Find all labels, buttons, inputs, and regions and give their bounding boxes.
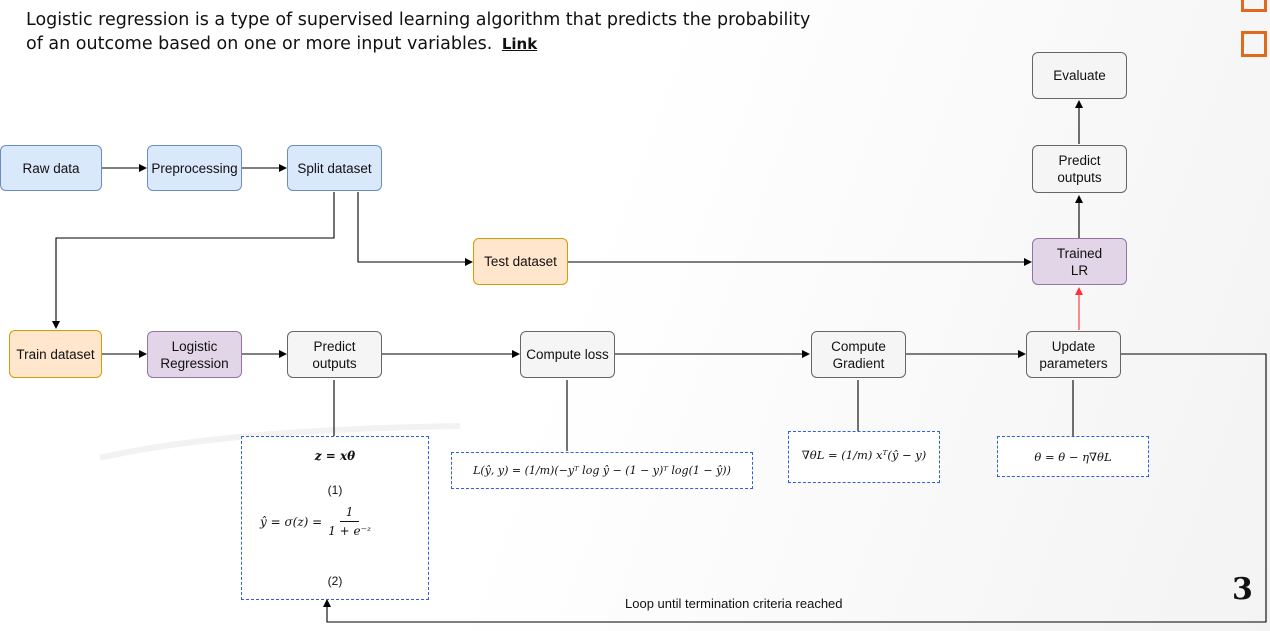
predict-outputs-eval-label: Predict outputs	[1057, 153, 1102, 185]
update-parameters-node[interactable]: Update parameters	[1026, 331, 1121, 378]
sigmoid-formula: ŷ = σ(z) = 1 1 + e⁻ᶻ	[260, 505, 371, 538]
equation-1-label: (1)	[327, 483, 343, 497]
page-number: 3	[1232, 572, 1253, 607]
evaluate-label: Evaluate	[1053, 68, 1106, 83]
compute-loss-node[interactable]: Compute loss	[520, 331, 615, 378]
update-formula-box: θ = θ − η∇θL	[997, 436, 1149, 477]
linear-formula: z = xθ	[314, 449, 356, 463]
gradient-formula: ∇θL = (1/m) xᵀ(ŷ − y)	[801, 448, 927, 462]
compute-gradient-node[interactable]: Compute Gradient	[811, 331, 906, 378]
sigmoid-lhs: ŷ = σ(z) =	[260, 514, 323, 529]
train-dataset-node[interactable]: Train dataset	[9, 330, 102, 378]
update-parameters-label: Update parameters	[1039, 338, 1108, 371]
preprocessing-label: Preprocessing	[151, 160, 238, 176]
edge-split-to-test	[357, 192, 473, 266]
loop-label: Loop until termination criteria reached	[625, 596, 843, 611]
equation-2-label: (2)	[327, 574, 343, 588]
predict-outputs-train-label: Predict outputs	[312, 338, 357, 371]
logistic-regression-label: Logistic Regression	[160, 338, 229, 371]
raw-data-label: Raw data	[22, 160, 80, 176]
test-dataset-label: Test dataset	[484, 254, 557, 269]
sigmoid-formula-box: z = xθ (1) ŷ = σ(z) = 1 1 + e⁻ᶻ (2)	[241, 436, 429, 600]
edge-split-to-train	[52, 192, 335, 329]
split-dataset-node[interactable]: Split dataset	[287, 145, 382, 191]
loss-formula-box: L(ŷ, y) = (1/m)(−yᵀ log ŷ − (1 − y)ᵀ log…	[451, 452, 753, 489]
update-formula: θ = θ − η∇θL	[1034, 450, 1112, 464]
sigmoid-fraction: 1 1 + e⁻ᶻ	[328, 505, 371, 538]
test-dataset-node[interactable]: Test dataset	[473, 238, 568, 285]
compute-gradient-label: Compute Gradient	[831, 338, 886, 371]
preprocessing-node[interactable]: Preprocessing	[147, 145, 242, 191]
trained-lr-label: Trained LR	[1056, 245, 1103, 278]
evaluate-node[interactable]: Evaluate	[1032, 52, 1127, 99]
split-dataset-label: Split dataset	[297, 160, 372, 176]
predict-outputs-train-node[interactable]: Predict outputs	[287, 331, 382, 378]
sigmoid-denominator: 1 + e⁻ᶻ	[328, 524, 371, 538]
gradient-formula-box: ∇θL = (1/m) xᵀ(ŷ − y)	[788, 431, 940, 483]
raw-data-node[interactable]: Raw data	[0, 145, 102, 191]
logistic-regression-node[interactable]: Logistic Regression	[147, 331, 242, 378]
trained-lr-node[interactable]: Trained LR	[1032, 238, 1127, 285]
loss-formula: L(ŷ, y) = (1/m)(−yᵀ log ŷ − (1 − y)ᵀ log…	[473, 464, 731, 477]
train-dataset-label: Train dataset	[16, 346, 95, 362]
predict-outputs-eval-node[interactable]: Predict outputs	[1032, 145, 1127, 193]
sigmoid-numerator: 1	[339, 505, 360, 522]
compute-loss-label: Compute loss	[526, 347, 609, 362]
